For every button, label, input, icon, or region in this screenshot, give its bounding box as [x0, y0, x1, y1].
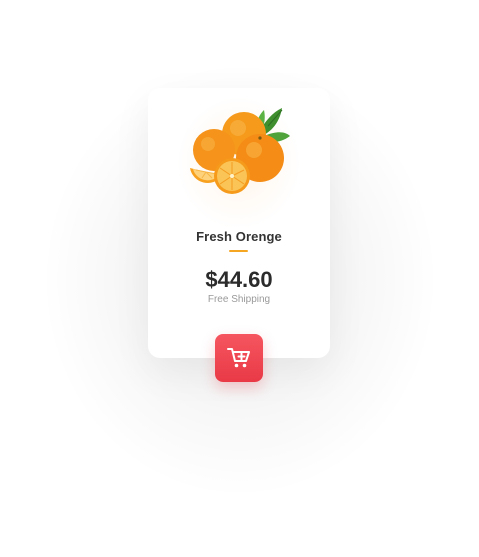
orange-fruit-icon: [190, 108, 290, 194]
add-to-cart-button[interactable]: [215, 334, 263, 382]
product-card[interactable]: Fresh Orenge $44.60 Free Shipping: [148, 88, 330, 358]
title-divider: [229, 250, 248, 252]
page: Fresh Orenge $44.60 Free Shipping: [0, 0, 479, 557]
add-to-cart-icon: [227, 348, 250, 368]
product-price: $44.60: [205, 267, 273, 292]
shipping-label: Free Shipping: [207, 294, 271, 305]
product-title: Fresh Orenge: [196, 229, 282, 244]
